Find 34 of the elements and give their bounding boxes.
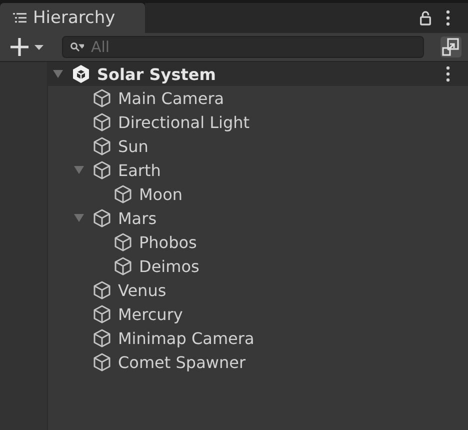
window-icon[interactable] (440, 36, 462, 58)
lock-icon[interactable] (419, 10, 432, 26)
object-name[interactable]: Moon (139, 184, 183, 204)
more-icon[interactable] (446, 10, 450, 26)
collapse-arrow-icon[interactable] (52, 68, 64, 80)
object-name[interactable]: Main Camera (118, 88, 224, 108)
cube-icon (92, 208, 112, 228)
cube-icon (92, 328, 112, 348)
object-name[interactable]: Phobos (139, 232, 197, 252)
cube-icon (92, 304, 112, 324)
object-name[interactable]: Sun (118, 136, 148, 156)
add-dropdown-icon[interactable] (9, 37, 46, 57)
object-name[interactable]: Minimap Camera (118, 328, 254, 348)
object-name[interactable]: Mars (118, 208, 157, 228)
object-name[interactable]: Comet Spawner (118, 352, 246, 372)
cube-icon (92, 352, 112, 372)
more-icon[interactable] (446, 66, 450, 82)
cube-icon (92, 136, 112, 156)
object-name[interactable]: Deimos (139, 256, 200, 276)
cube-icon (92, 160, 112, 180)
cube-icon (113, 232, 133, 252)
search-field[interactable]: All (62, 36, 424, 58)
hierarchy-tab[interactable]: Hierarchy (0, 3, 145, 33)
object-name[interactable]: Venus (118, 280, 166, 300)
cube-icon (92, 280, 112, 300)
cube-icon (113, 184, 133, 204)
cube-icon (113, 256, 133, 276)
cube-icon (92, 88, 112, 108)
cube-icon (92, 112, 112, 132)
object-name[interactable]: Mercury (118, 304, 183, 324)
object-name[interactable]: Directional Light (118, 112, 250, 132)
object-name[interactable]: Earth (118, 160, 161, 180)
tab-title: Hierarchy (33, 8, 116, 28)
list-icon (13, 12, 27, 24)
